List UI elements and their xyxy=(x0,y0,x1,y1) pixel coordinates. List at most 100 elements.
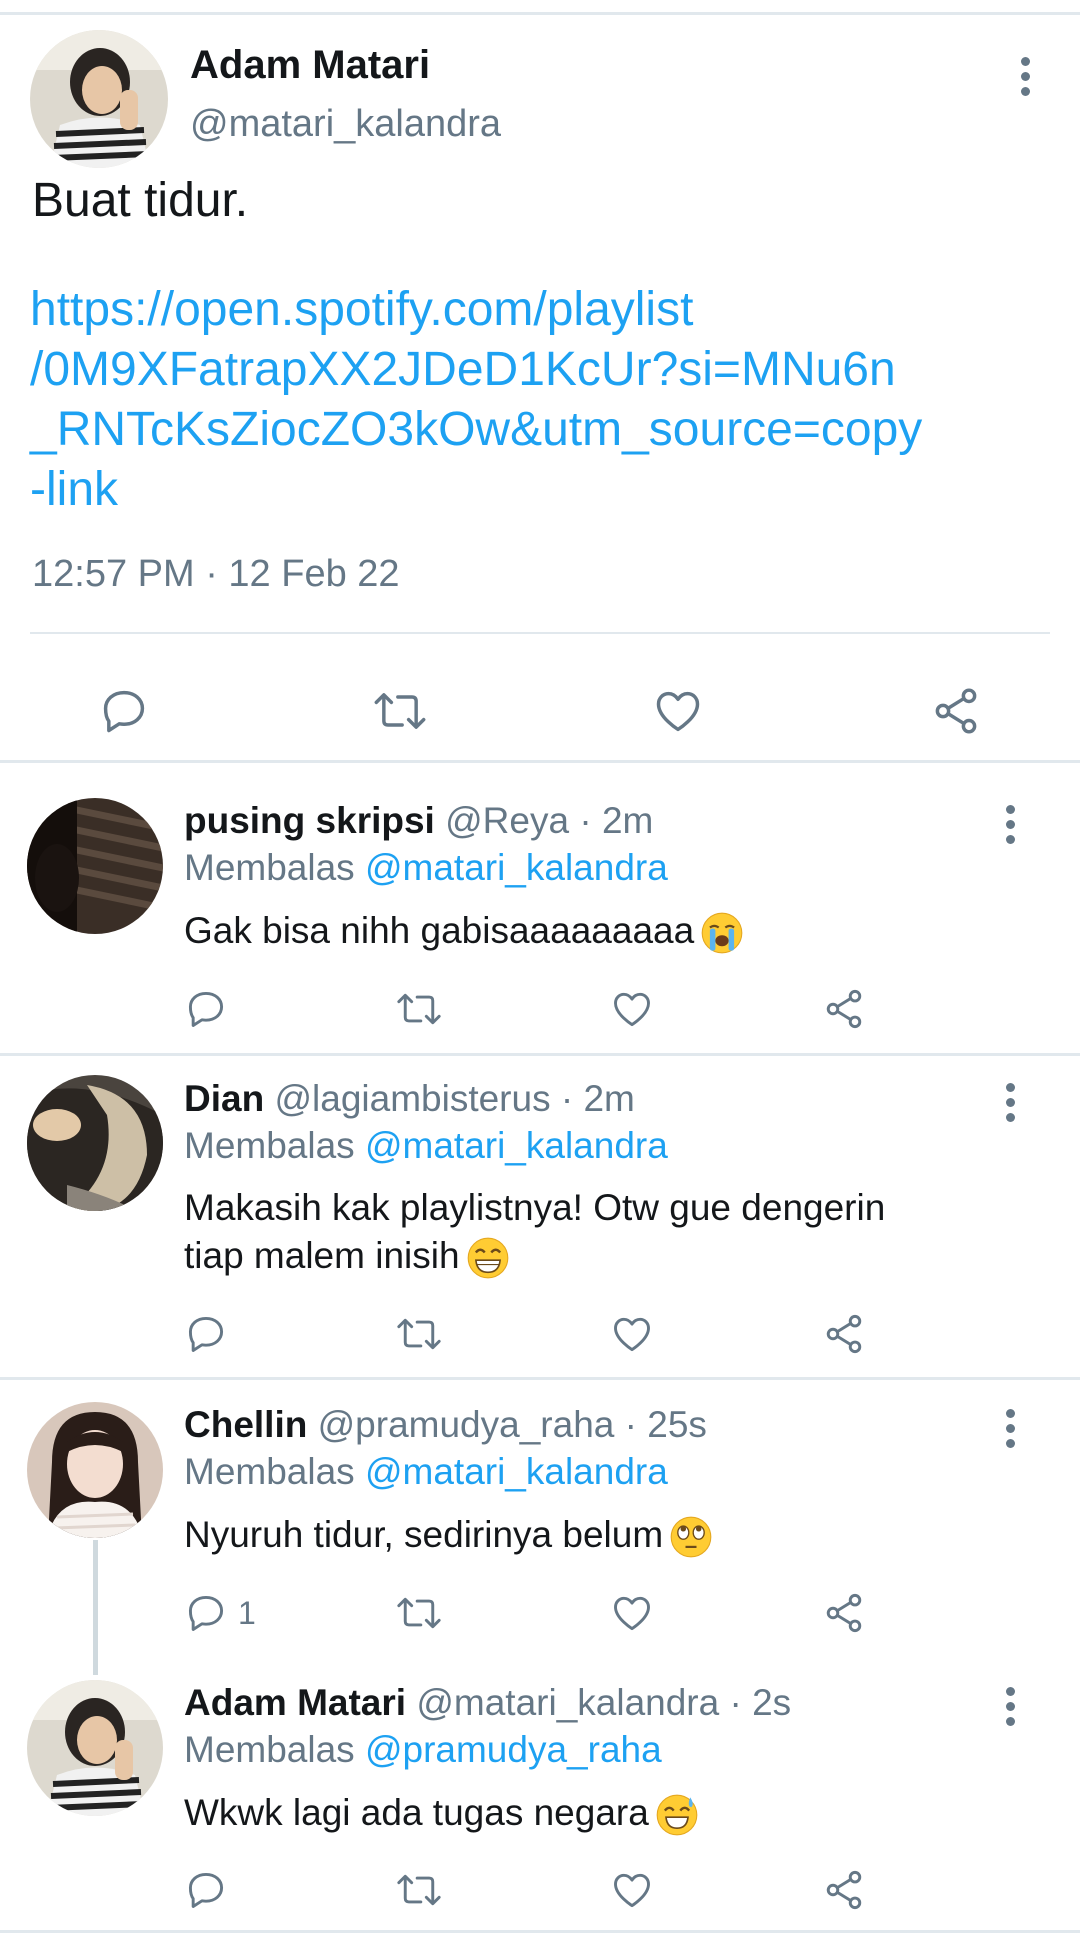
reply-text-line: Makasih kak playlistnya! Otw gue dengeri… xyxy=(184,1187,886,1228)
like-icon xyxy=(614,1596,650,1631)
reply-icon xyxy=(188,1595,224,1631)
avatar[interactable] xyxy=(27,1680,163,1816)
share-button[interactable] xyxy=(822,1591,866,1635)
reply-timestamp[interactable]: 2m xyxy=(583,1078,634,1119)
share-icon xyxy=(826,1870,862,1910)
reply-icon xyxy=(188,1316,224,1352)
more-options-icon[interactable] xyxy=(1005,1409,1015,1448)
replying-label: Membalas xyxy=(184,1451,365,1492)
retweet-icon xyxy=(397,1597,441,1629)
replying-mention[interactable]: @pramudya_raha xyxy=(365,1729,662,1770)
share-button[interactable] xyxy=(822,987,866,1031)
reply-button[interactable] xyxy=(184,987,238,1031)
like-icon xyxy=(614,1317,650,1352)
share-icon xyxy=(826,989,862,1029)
reply-timestamp[interactable]: 2s xyxy=(752,1682,791,1723)
more-options-icon[interactable] xyxy=(1005,1083,1015,1122)
avatar[interactable] xyxy=(27,1075,163,1211)
avatar[interactable] xyxy=(30,30,168,168)
author-handle[interactable]: @matari_kalandra xyxy=(190,103,501,146)
tweet-link-line[interactable]: https://open.spotify.com/playlist xyxy=(30,280,1030,340)
share-button[interactable] xyxy=(822,1868,866,1912)
like-button[interactable] xyxy=(610,1591,654,1635)
replying-mention[interactable]: @matari_kalandra xyxy=(365,1451,668,1492)
reply-text-content: Nyuruh tidur, sedirinya belum xyxy=(184,1514,664,1555)
retweet-icon xyxy=(397,1318,441,1350)
main-tweet: Adam Matari @matari_kalandra Buat tidur.… xyxy=(0,15,1080,762)
retweet-button[interactable] xyxy=(395,1868,443,1912)
like-button[interactable] xyxy=(610,1312,654,1356)
more-options-icon[interactable] xyxy=(1005,1687,1015,1726)
reply-count: 1 xyxy=(238,1594,256,1631)
share-icon xyxy=(935,688,977,734)
eye-roll-emoji xyxy=(670,1516,712,1558)
author-name[interactable]: Adam Matari xyxy=(190,43,430,88)
tweet-link-line[interactable]: -link xyxy=(30,460,1030,520)
author-handle[interactable]: @lagiambisterus xyxy=(274,1078,550,1119)
divider xyxy=(0,1930,1080,1933)
share-icon xyxy=(826,1314,862,1354)
avatar[interactable] xyxy=(27,798,163,934)
retweet-button[interactable] xyxy=(372,685,428,737)
share-button[interactable] xyxy=(822,1312,866,1356)
replying-label: Membalas xyxy=(184,1125,365,1166)
reply-timestamp[interactable]: 2m xyxy=(602,800,653,841)
share-icon xyxy=(826,1593,862,1633)
divider xyxy=(0,1053,1080,1056)
retweet-button[interactable] xyxy=(395,987,443,1031)
replying-mention[interactable]: @matari_kalandra xyxy=(365,847,668,888)
like-button[interactable] xyxy=(652,685,704,737)
reply-button[interactable] xyxy=(184,1868,238,1912)
reply-text-content: Gak bisa nihh gabisaaaaaaaaa xyxy=(184,910,695,951)
retweet-button[interactable] xyxy=(395,1591,443,1635)
author-name[interactable]: Dian xyxy=(184,1078,264,1119)
author-handle[interactable]: @matari_kalandra xyxy=(416,1682,719,1723)
reply-text-content: Wkwk lagi ada tugas negara xyxy=(184,1792,649,1833)
separator-dot: · xyxy=(569,800,602,841)
tweet-link[interactable]: https://open.spotify.com/playlist /0M9XF… xyxy=(30,280,1030,520)
author-name[interactable]: pusing skripsi xyxy=(184,800,435,841)
replying-to: Membalas @matari_kalandra xyxy=(184,1125,668,1167)
author-name[interactable]: Chellin xyxy=(184,1404,307,1445)
share-button[interactable] xyxy=(930,685,982,737)
replying-to: Membalas @pramudya_raha xyxy=(184,1729,662,1771)
reply-button[interactable] xyxy=(98,685,150,737)
reply-text-line: tiap malem inisih xyxy=(184,1235,460,1276)
author-handle[interactable]: @Reya xyxy=(445,800,569,841)
replying-mention[interactable]: @matari_kalandra xyxy=(365,1125,668,1166)
divider xyxy=(0,1377,1080,1380)
reply-button[interactable] xyxy=(184,1312,238,1356)
replying-to: Membalas @matari_kalandra xyxy=(184,1451,668,1493)
like-button[interactable] xyxy=(610,987,654,1031)
reply-button[interactable]: 1 xyxy=(184,1591,256,1635)
replying-label: Membalas xyxy=(184,847,365,888)
sweat-smile-emoji xyxy=(656,1794,698,1836)
more-options-icon[interactable] xyxy=(1005,805,1015,844)
tweet-link-line[interactable]: _RNTcKsZiocZO3kOw&utm_source=copy xyxy=(30,400,1030,460)
reply-icon xyxy=(188,1872,224,1908)
like-button[interactable] xyxy=(610,1868,654,1912)
tweet-timestamp[interactable]: 12:57 PM · 12 Feb 22 xyxy=(32,553,400,596)
reply-timestamp[interactable]: 25s xyxy=(647,1404,707,1445)
separator-dot: · xyxy=(550,1078,584,1119)
tweet-link-line[interactable]: /0M9XFatrapXX2JDeD1KcUr?si=MNu6n xyxy=(30,340,1030,400)
reply-text: Makasih kak playlistnya! Otw gue dengeri… xyxy=(184,1184,1004,1280)
loudly-crying-face-emoji xyxy=(701,912,743,954)
retweet-icon xyxy=(374,693,426,729)
author-handle[interactable]: @pramudya_raha xyxy=(318,1404,615,1445)
replying-to: Membalas @matari_kalandra xyxy=(184,847,668,889)
reply-icon xyxy=(188,991,224,1027)
avatar[interactable] xyxy=(27,1402,163,1538)
retweet-button[interactable] xyxy=(395,1312,443,1356)
reply-icon xyxy=(103,690,145,733)
author-name[interactable]: Adam Matari xyxy=(184,1682,406,1723)
reply-text: Nyuruh tidur, sedirinya belum xyxy=(184,1511,1004,1559)
reply-text-line2-wrap: tiap malem inisih xyxy=(184,1232,1004,1280)
thread-connector-line xyxy=(93,1540,98,1675)
retweet-icon xyxy=(397,993,441,1025)
separator-dot: · xyxy=(614,1404,648,1445)
divider xyxy=(0,760,1080,763)
retweet-icon xyxy=(397,1874,441,1906)
tweet-text: Buat tidur. xyxy=(32,174,249,227)
more-options-icon[interactable] xyxy=(1020,57,1030,96)
